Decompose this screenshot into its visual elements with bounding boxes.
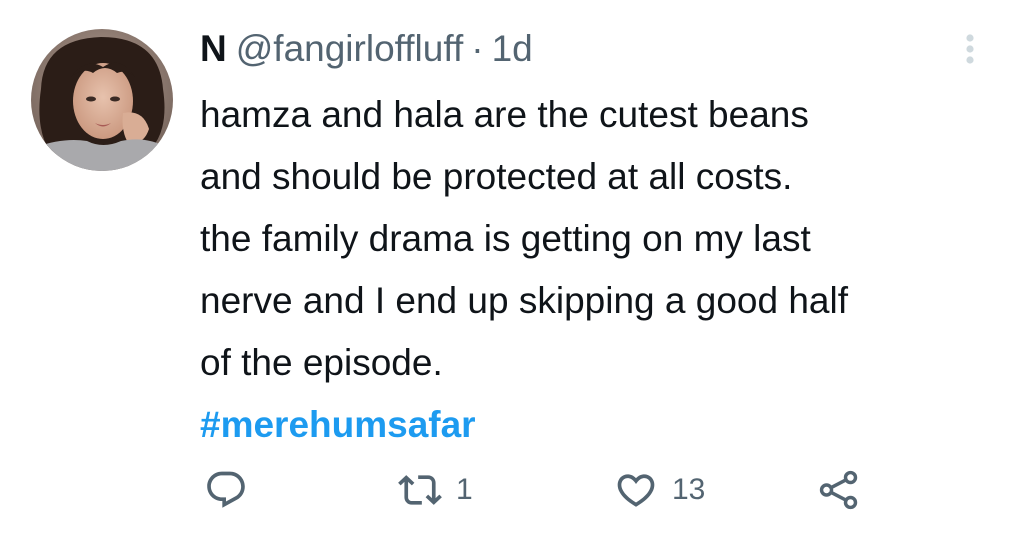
reply-button[interactable] [204,462,248,518]
retweet-icon [398,468,442,512]
user-handle[interactable]: @fangirloffluff [236,24,464,74]
like-button[interactable]: 13 [614,462,705,518]
tweet-text-line: of the episode. [200,342,443,383]
retweet-count: 1 [456,473,473,506]
tweet-header: N @fangirloffluff · 1d [200,24,533,74]
heart-icon [614,468,658,512]
tweet-text: hamza and hala are the cutest beans and … [200,84,1000,456]
hashtag-link[interactable]: #merehumsafar [200,394,1000,456]
separator-dot: · [471,28,484,69]
retweet-button[interactable]: 1 [398,462,473,518]
share-button[interactable] [816,462,862,518]
tweet-text-line: nerve and I end up skipping a good half [200,280,848,321]
reply-icon [204,468,248,512]
tweet[interactable]: N @fangirloffluff · 1d hamza and hala ar… [0,0,1024,536]
timestamp[interactable]: 1d [492,24,533,74]
more-vertical-icon [966,34,974,64]
tweet-text-line: and should be protected at all costs. [200,156,793,197]
like-count: 13 [672,473,706,506]
tweet-text-line: hamza and hala are the cutest beans [200,94,809,135]
tweet-text-line: the family drama is getting on my last [200,218,811,259]
display-name[interactable]: N [200,24,227,74]
avatar[interactable] [31,29,173,171]
more-options-button[interactable] [952,28,988,68]
avatar-image [31,29,173,171]
action-bar: 1 13 [0,462,1024,518]
share-icon [816,467,862,513]
